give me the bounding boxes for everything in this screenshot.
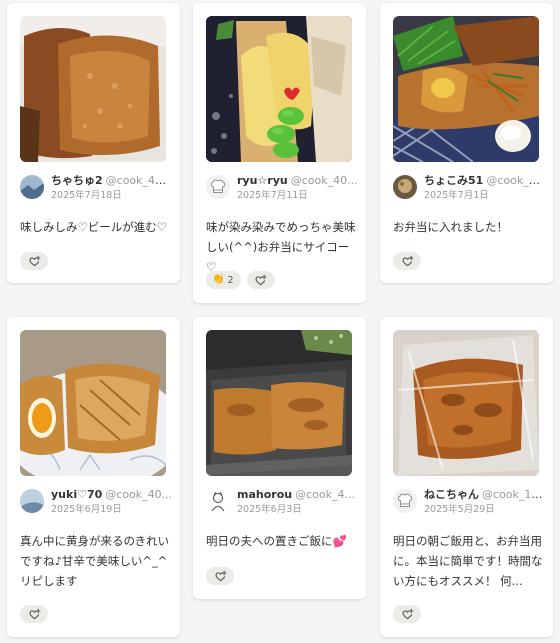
user-handle: @cook_40... bbox=[105, 488, 173, 501]
egg-tofu-photo-icon bbox=[20, 330, 166, 476]
comment-text: 味が染み染みでめっちゃ美味しい(^^)お弁当にサイコー♡ bbox=[206, 220, 356, 274]
tsukurepo-card[interactable]: ちょこみ51@cook_40... 2025年7月1日 お弁当に入れました！ bbox=[380, 3, 553, 283]
tsukurepo-card[interactable]: mahorou @cook_4... 2025年6月3日 明日の夫への置きご飯に💕 bbox=[193, 317, 366, 599]
avatar[interactable] bbox=[206, 175, 230, 199]
avatar[interactable] bbox=[393, 489, 417, 513]
comment-text: 味しみしみ♡ビールが進む♡ bbox=[20, 220, 168, 234]
wrapped-photo-icon bbox=[393, 330, 539, 476]
food-photo[interactable] bbox=[393, 16, 539, 162]
author-info[interactable]: ちょこみ51@cook_40... 2025年7月1日 bbox=[393, 173, 546, 203]
chef-hat-icon bbox=[393, 489, 417, 513]
react-button[interactable] bbox=[393, 252, 421, 270]
reaction-actions bbox=[20, 605, 48, 623]
post-date: 2025年6月3日 bbox=[237, 504, 302, 515]
author-info[interactable]: ryu☆ryu @cook_40... 2025年7月11日 bbox=[206, 173, 358, 203]
user-handle: @cook_40... bbox=[290, 174, 358, 187]
food-photo[interactable] bbox=[206, 330, 352, 476]
container-photo-icon bbox=[206, 330, 352, 476]
tsukurepo-card[interactable]: yuki♡70 @cook_40... 2025年6月19日 真ん中に黄身が来るの… bbox=[7, 317, 180, 637]
author-info[interactable]: ちゃちゅ2 @cook_404... 2025年7月18日 bbox=[20, 173, 173, 203]
food-photo[interactable] bbox=[20, 330, 166, 476]
tsukurepo-card[interactable]: ちゃちゅ2 @cook_404... 2025年7月18日 味しみしみ♡ビールが進… bbox=[7, 3, 180, 283]
bento-box-photo-icon bbox=[393, 16, 539, 162]
clap-icon: 👏 bbox=[212, 274, 225, 285]
food-photo[interactable] bbox=[393, 330, 539, 476]
user-name[interactable]: ねこちゃん bbox=[424, 488, 479, 501]
user-name[interactable]: mahorou bbox=[237, 488, 292, 501]
heart-plus-icon bbox=[401, 255, 413, 266]
user-name[interactable]: ちゃちゅ2 bbox=[51, 174, 103, 187]
post-date: 2025年7月1日 bbox=[424, 190, 489, 201]
user-name[interactable]: ryu☆ryu bbox=[237, 174, 288, 187]
food-photo[interactable] bbox=[20, 16, 166, 162]
user-handle: @cook_40... bbox=[486, 174, 546, 187]
avatar[interactable] bbox=[20, 489, 44, 513]
user-handle: @cook_404... bbox=[105, 174, 173, 187]
heart-plus-icon bbox=[401, 608, 413, 619]
post-date: 2025年7月18日 bbox=[51, 190, 122, 201]
user-name[interactable]: ちょこみ51 bbox=[424, 174, 483, 187]
user-handle: @cook_11... bbox=[482, 488, 546, 501]
avatar-landscape-icon bbox=[20, 175, 44, 199]
avatar[interactable] bbox=[206, 489, 230, 513]
food-photo[interactable] bbox=[206, 16, 352, 162]
heart-plus-icon bbox=[28, 608, 40, 619]
avatar-photo-icon bbox=[393, 175, 417, 199]
comment-text: 真ん中に黄身が来るのきれいですね♪甘辛で美味しい^_^リピします bbox=[20, 534, 170, 588]
avatar-sky-icon bbox=[20, 489, 44, 513]
author-info[interactable]: ねこちゃん @cook_11... 2025年5月29日 bbox=[393, 487, 546, 517]
react-button[interactable] bbox=[246, 271, 275, 289]
fried-tofu-photo-icon bbox=[20, 16, 166, 162]
heart-plus-icon bbox=[255, 274, 267, 285]
heart-plus-icon bbox=[214, 570, 226, 581]
post-date: 2025年7月11日 bbox=[237, 190, 308, 201]
react-button[interactable] bbox=[393, 605, 421, 623]
reaction-count: 2 bbox=[227, 274, 234, 286]
reaction-count-pill[interactable]: 👏 2 bbox=[206, 271, 241, 289]
tsukurepo-card[interactable]: ryu☆ryu @cook_40... 2025年7月11日 味が染み染みでめっち… bbox=[193, 3, 366, 303]
comment-text: お弁当に入れました！ bbox=[393, 220, 508, 234]
react-button[interactable] bbox=[20, 252, 48, 270]
reaction-actions bbox=[393, 605, 421, 623]
comment-text: 明日の夫への置きご飯に💕 bbox=[206, 534, 347, 548]
heart-plus-icon bbox=[28, 255, 40, 266]
reaction-actions bbox=[393, 252, 421, 270]
reaction-actions bbox=[206, 567, 234, 585]
react-button[interactable] bbox=[206, 567, 234, 585]
chef-hat-icon bbox=[206, 175, 230, 199]
user-name[interactable]: yuki♡70 bbox=[51, 488, 102, 501]
author-info[interactable]: mahorou @cook_4... 2025年6月3日 bbox=[206, 487, 358, 517]
reaction-actions bbox=[20, 252, 48, 270]
react-button[interactable] bbox=[20, 605, 48, 623]
tsukurepo-card[interactable]: ねこちゃん @cook_11... 2025年5月29日 明日の朝ご飯用と、お弁当… bbox=[380, 317, 553, 637]
post-date: 2025年6月19日 bbox=[51, 504, 122, 515]
author-info[interactable]: yuki♡70 @cook_40... 2025年6月19日 bbox=[20, 487, 172, 517]
avatar[interactable] bbox=[20, 175, 44, 199]
user-handle: @cook_4... bbox=[295, 488, 355, 501]
comment-text: 明日の朝ご飯用と、お弁当用に。本当に簡単です！時間ない方にもオススメ！ 何... bbox=[393, 534, 543, 588]
post-date: 2025年5月29日 bbox=[424, 504, 495, 515]
avatar-sketch-icon bbox=[206, 489, 230, 513]
reaction-actions: 👏 2 bbox=[206, 271, 275, 289]
bento-beans-photo-icon bbox=[206, 16, 352, 162]
avatar[interactable] bbox=[393, 175, 417, 199]
